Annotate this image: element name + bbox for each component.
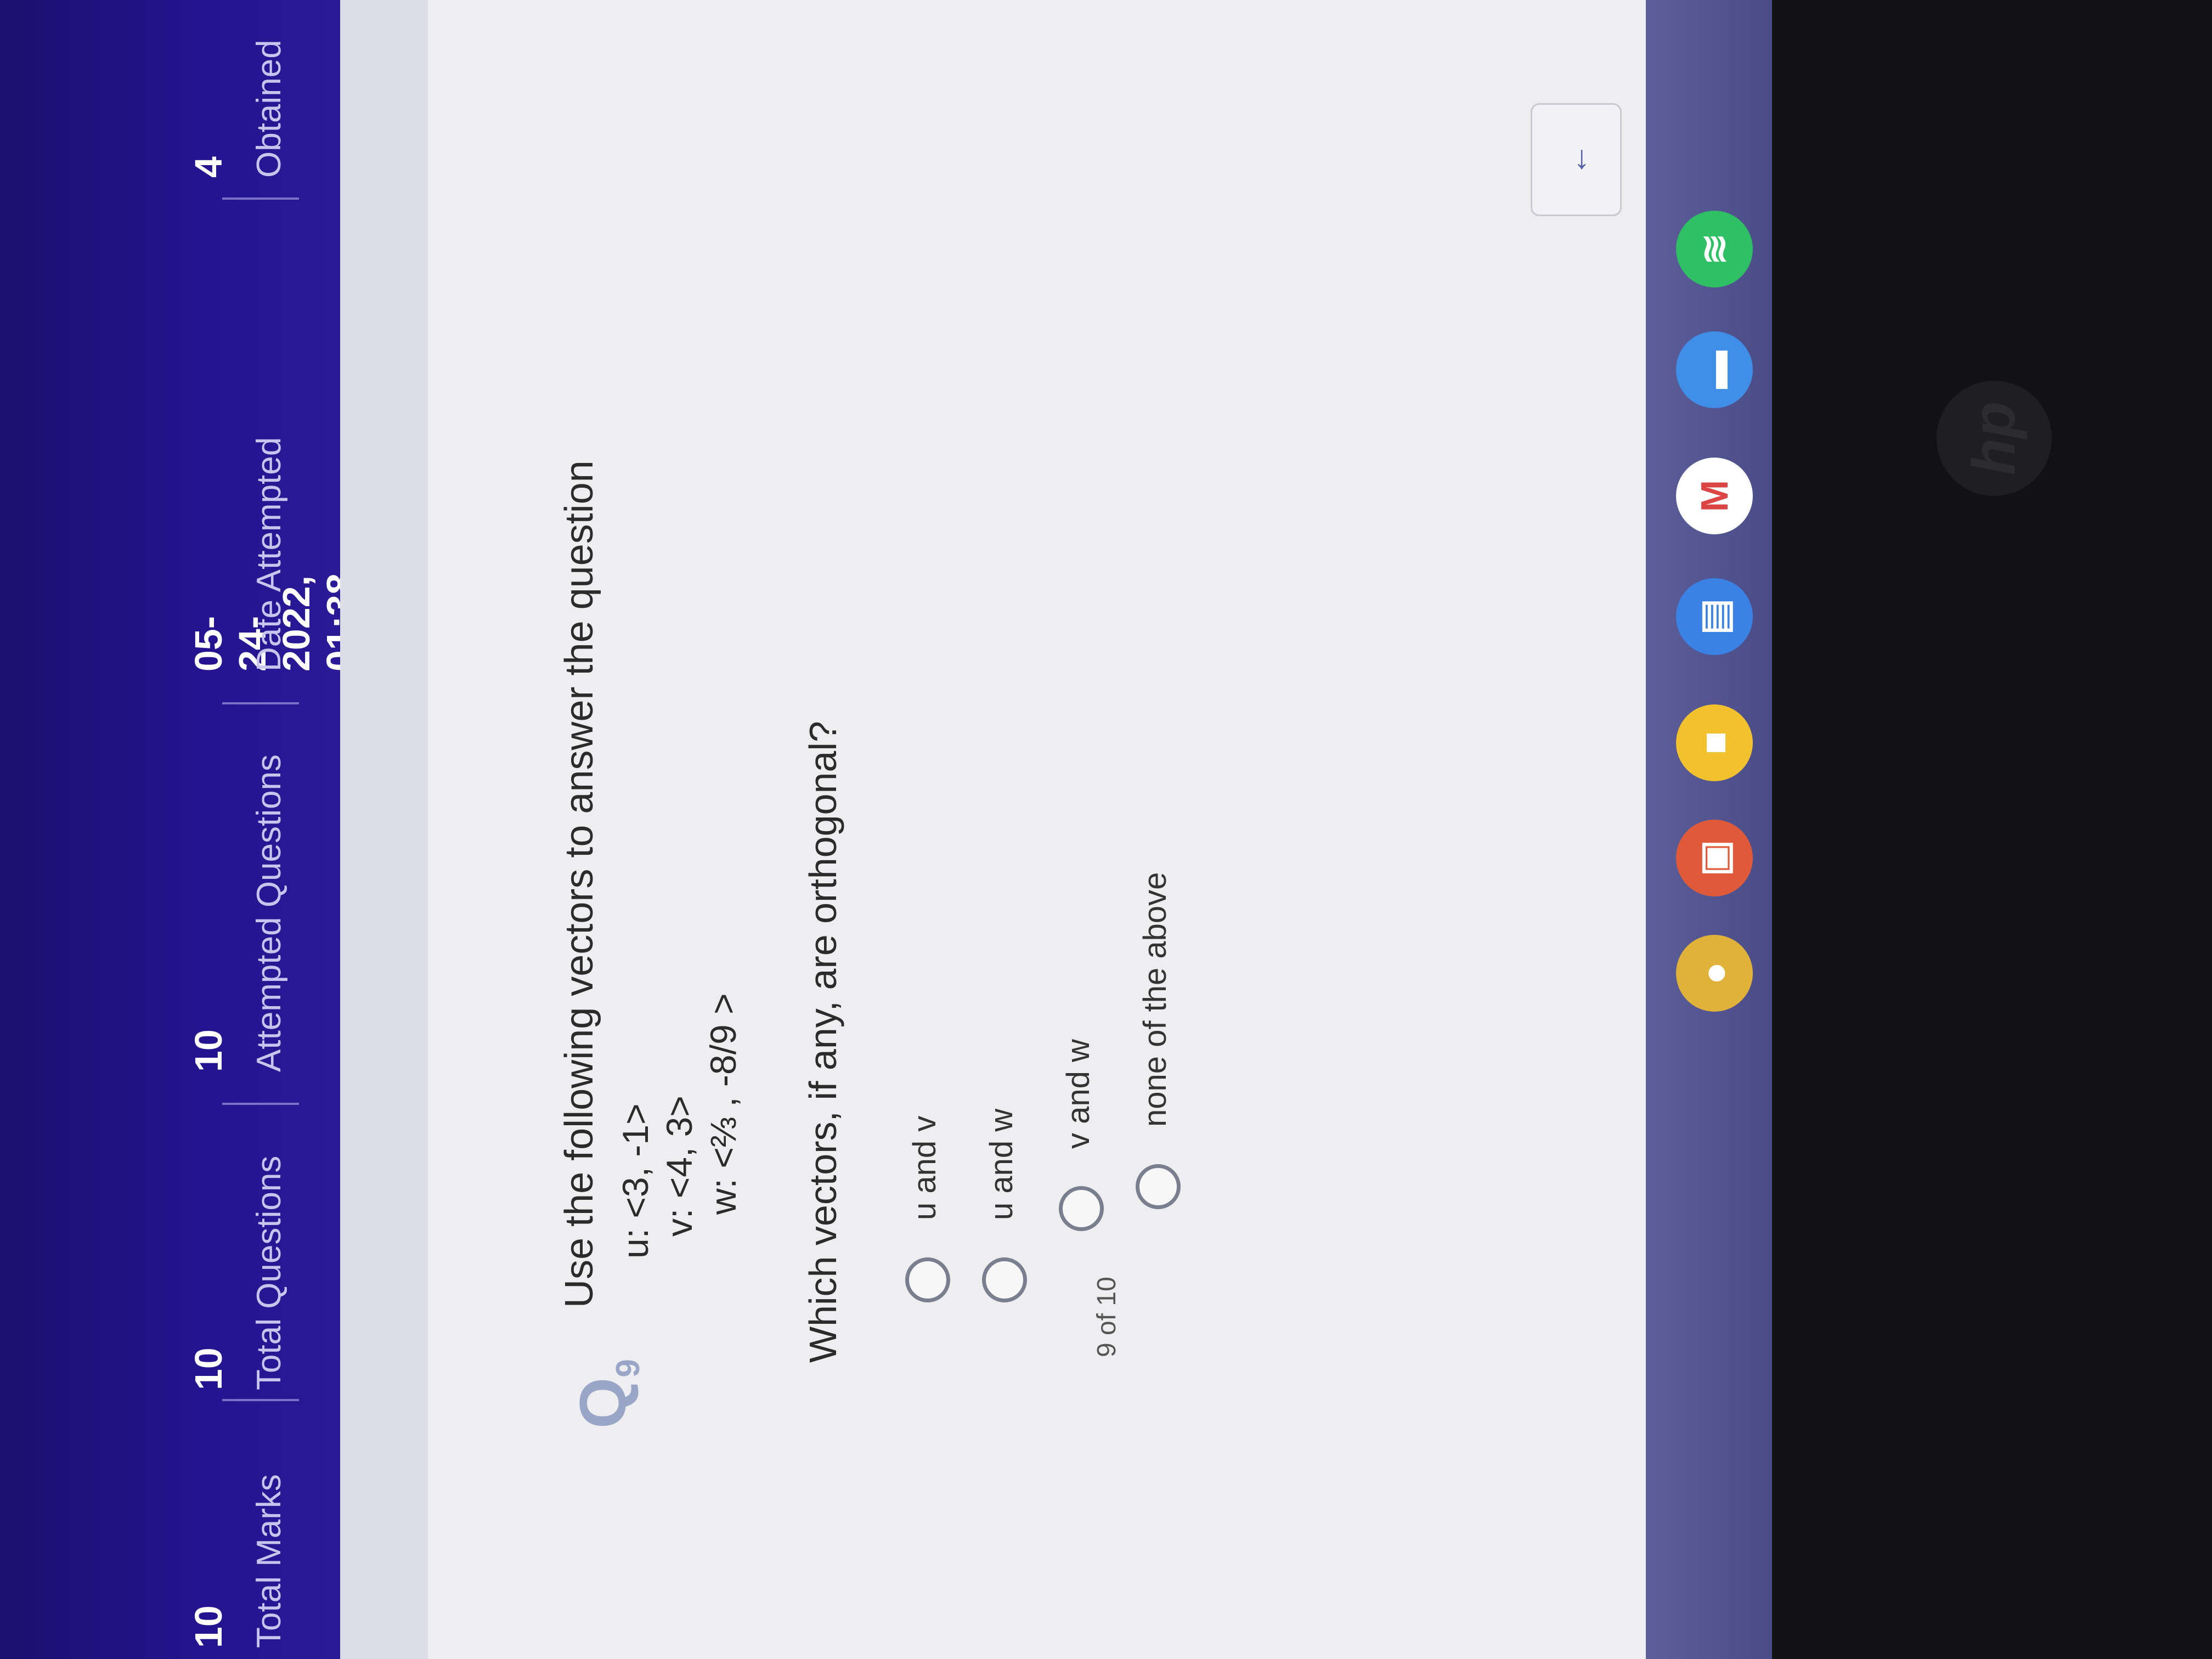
laptop-bezel: hp [1772, 0, 2212, 1659]
keep-icon[interactable]: ■ [1676, 704, 1753, 781]
next-button[interactable]: ← [1531, 103, 1622, 216]
question-progress: 9 of 10 [1092, 1277, 1121, 1357]
question-panel: Q9 Use the following vectors to answer t… [428, 0, 1646, 1659]
radio-button[interactable] [905, 1257, 950, 1302]
divider [222, 198, 299, 200]
stat-label: Total Marks [250, 1474, 288, 1648]
option-label[interactable]: u and v [906, 1116, 943, 1220]
stat-value: 10 [187, 1605, 230, 1648]
vector-u: u: <3, -1> [615, 1103, 656, 1259]
stat-label: Obtained [250, 40, 288, 178]
question-number: 9 [610, 1359, 646, 1378]
os-shelf: ● ▣ ■ ▤ M ▬ ≋ [1646, 0, 1772, 1659]
option-label[interactable]: v and w [1060, 1039, 1097, 1149]
option-label[interactable]: u and w [983, 1109, 1020, 1220]
files-icon[interactable]: ▤ [1676, 578, 1753, 655]
stat-label: Total Questions [250, 1155, 288, 1390]
vector-v: v: <4, 3> [659, 1096, 699, 1237]
stat-label: Date Attempted [250, 437, 288, 672]
vector-w: w: <⅔ , -8/9 > [703, 993, 743, 1215]
radio-button[interactable] [982, 1257, 1027, 1302]
docs-icon[interactable]: ▬ [1676, 331, 1753, 408]
divider [222, 1103, 299, 1105]
gmail-icon[interactable]: M [1676, 458, 1753, 534]
question-letter: Q [566, 1377, 640, 1429]
chrome-icon[interactable]: ● [1676, 935, 1753, 1012]
stat-value: 10 [187, 1347, 230, 1390]
radio-button[interactable] [1136, 1164, 1181, 1209]
stat-label: Attempted Questions [250, 754, 288, 1072]
screen: 10 Total Marks 10 Total Questions 10 Att… [0, 0, 2212, 1659]
question-prompt: Which vectors, if any, are orthogonal? [802, 721, 844, 1363]
stat-value: 4 [187, 156, 230, 178]
section-band [340, 0, 428, 1659]
stat-value: 10 [187, 1029, 230, 1072]
option-label[interactable]: none of the above [1137, 872, 1173, 1127]
divider [222, 1399, 299, 1401]
results-header: 10 Total Marks 10 Total Questions 10 Att… [0, 0, 405, 1659]
radio-button[interactable] [1059, 1186, 1104, 1231]
divider [222, 702, 299, 704]
hp-logo: hp [1937, 381, 2052, 496]
question-badge: Q9 [565, 1359, 647, 1429]
slides-icon[interactable]: ▣ [1676, 820, 1753, 896]
spotify-icon[interactable]: ≋ [1676, 211, 1753, 287]
question-text: Use the following vectors to answer the … [557, 460, 601, 1308]
